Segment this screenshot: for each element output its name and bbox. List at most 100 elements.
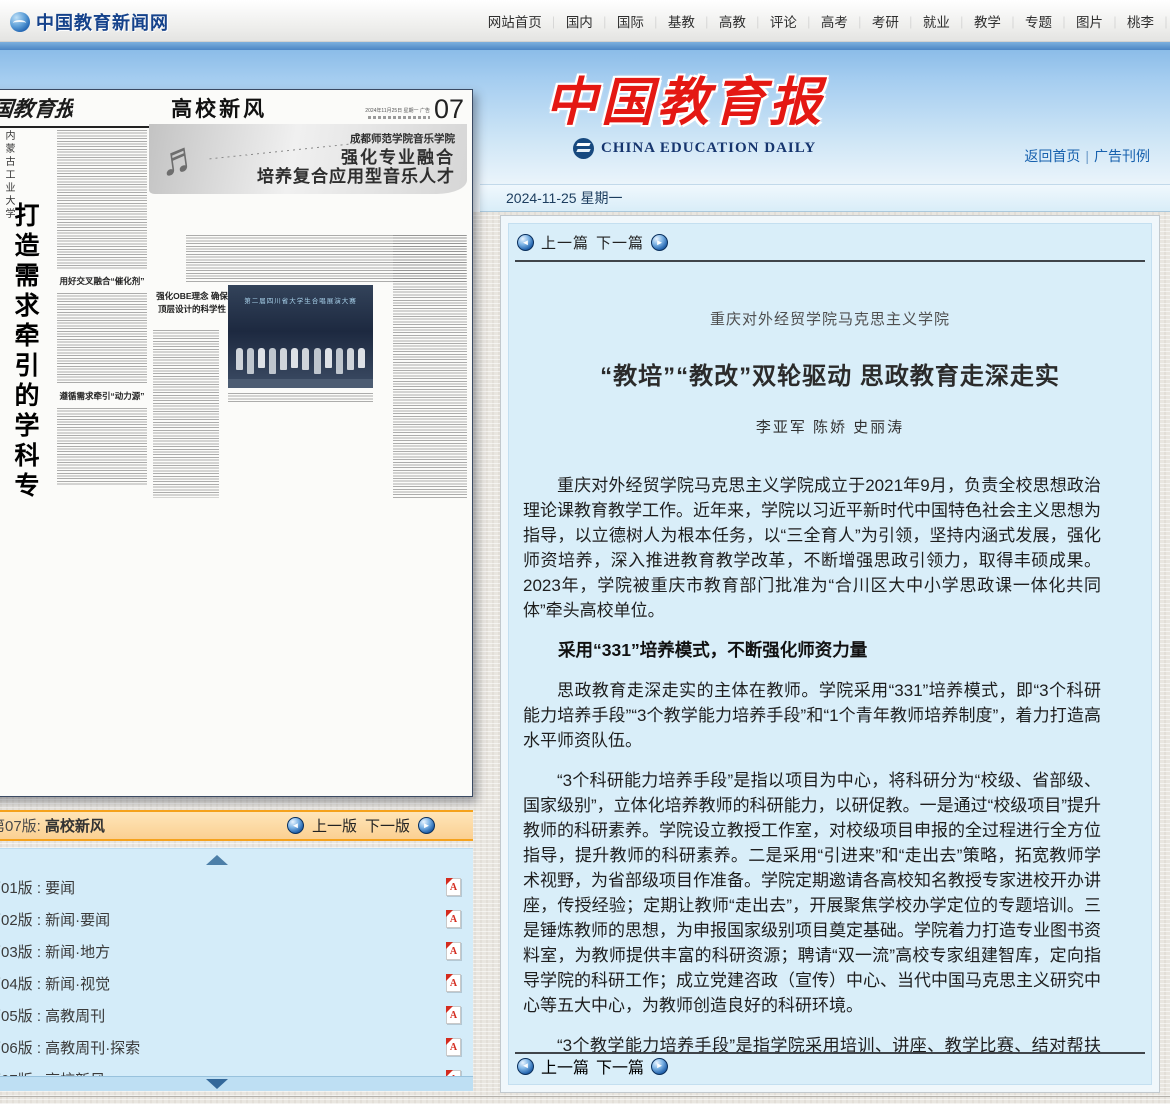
paper-obe-subhead: 强化OBE理念 确保顶层设计的科学性 [153,290,231,316]
paper-meta: 2024年11月25日 星期一 广告 07 [365,96,464,123]
pdf-icon[interactable] [446,942,461,960]
paper-subhead-1: 用好交叉融合“催化剂” [57,276,147,287]
article-panel-inner: ◄ 上一篇 下一篇 ► 重庆对外经贸学院马克思主义学院 “教培”“教改”双轮驱动… [508,223,1152,1085]
prev-article-icon[interactable]: ◄ [517,234,534,251]
next-page-icon[interactable]: ► [418,817,435,834]
nav-item-basic-edu[interactable]: 基教 [668,11,719,31]
nav-item-international[interactable]: 国际 [617,11,668,31]
article-section-heading: 采用“331”培养模式，不断强化师资力量 [523,638,1101,663]
site-logo-text: 中国教育新闻网 [36,9,169,35]
newsprint-text-block [57,293,147,385]
prev-page-icon[interactable]: ◄ [287,817,304,834]
paper-header: 中国教育报 高校新风 2024年11月25日 星期一 广告 07 [0,95,464,123]
edition-list-scroll-down[interactable] [0,1076,473,1091]
article-body: 重庆对外经贸学院马克思主义学院成立于2021年9月，负责全校思想政治理论课教育教… [509,473,1151,1061]
edition-row-03[interactable]: 第03版 : 新闻·地方 [0,935,473,967]
article-organization: 重庆对外经贸学院马克思主义学院 [509,308,1151,329]
nav-item-kaoyan[interactable]: 考研 [872,11,923,31]
next-article-icon[interactable]: ► [651,1058,668,1075]
article-paragraph-3: “3个科研能力培养手段”是指以项目为中心，将科研分为“校级、省部级、国家级别”，… [523,768,1101,1018]
edition-list-panel: 第01版 : 要闻 第02版 : 新闻·要闻 第03版 : 新闻·地方 第04版… [0,848,473,1091]
nav-item-teaching[interactable]: 教学 [974,11,1025,31]
newsprint-text-block [57,130,147,270]
masthead-subtitle-row: CHINA EDUCATION DAILY [573,138,816,159]
scroll-up-icon [206,855,228,865]
nav-item-commentary[interactable]: 评论 [770,11,821,31]
article-top-rule [515,260,1145,262]
paper-section-title: 高校新风 [73,93,365,123]
paper-vertical-headline: 打造需求牵引的学科专 [7,202,43,502]
next-article-icon[interactable]: ► [651,234,668,251]
current-page-number: 第07版: [0,815,41,836]
nav-item-home[interactable]: 网站首页 [488,11,566,31]
photo-caption [228,393,373,402]
nav-item-topics[interactable]: 专题 [1025,11,1076,31]
paper-meta-fineprint [368,116,430,119]
page-navigation: ◄ 上一版 下一版 ► [287,815,435,836]
paper-subhead-2: 遵循需求牵引“动力源” [57,391,147,402]
date-bar: 2024-11-25 星期一 [480,184,1170,212]
next-article-button[interactable]: 下一篇 [596,232,644,253]
prev-article-icon[interactable]: ◄ [517,1058,534,1075]
site-logo-icon [10,12,30,32]
edition-row-02[interactable]: 第02版 : 新闻·要闻 [0,903,473,935]
article-paragraph-2: 思政教育走深走实的主体在教师。学院采用“331”培养模式，即“3个科研能力培养手… [523,678,1101,753]
newsprint-column-left: 用好交叉融合“催化剂” 遵循需求牵引“动力源” [57,130,147,486]
nav-item-gaokao[interactable]: 高考 [821,11,872,31]
nav-item-pictures[interactable]: 图片 [1076,11,1127,31]
next-article-button[interactable]: 下一篇 [596,1054,644,1078]
article-paragraph-1: 重庆对外经贸学院马克思主义学院成立于2021年9月，负责全校思想政治理论课教育教… [523,473,1101,623]
back-home-link[interactable]: 返回首页 [1024,148,1080,164]
newspaper-page-preview[interactable]: 中国教育报 高校新风 2024年11月25日 星期一 广告 07 内蒙古工业大学… [0,89,473,797]
article-authors: 李亚军 陈娇 史丽涛 [509,416,1151,437]
bottom-divider-line [0,1096,1170,1097]
prev-article-button[interactable]: 上一篇 [541,1054,589,1078]
article-title: “教培”“教改”双轮驱动 思政教育走深走实 [509,356,1151,391]
pdf-icon[interactable] [446,878,461,896]
prev-article-button[interactable]: 上一篇 [541,232,589,253]
pdf-icon[interactable] [446,910,461,928]
article-panel: ◄ 上一篇 下一篇 ► 重庆对外经贸学院马克思主义学院 “教培”“教改”双轮驱动… [500,215,1160,1093]
current-page-bar: 第07版: 高校新风 ◄ 上一版 下一版 ► [0,810,473,841]
edition-row-01[interactable]: 第01版 : 要闻 [0,871,473,903]
top-navigation-bar: 中国教育新闻网 网站首页 国内 国际 基教 高教 评论 高考 考研 就业 教学 … [0,0,1170,42]
masthead-logo-icon [573,138,594,159]
paper-page-number: 07 [434,96,464,123]
paper-photo: 第二届四川省大学生合唱展演大赛 [228,285,373,388]
nav-item-taoli[interactable]: 桃李 [1127,11,1170,31]
photo-performers [236,348,365,374]
masthead-english-title: CHINA EDUCATION DAILY [601,140,816,157]
pdf-icon[interactable] [446,1038,461,1056]
edition-row-04[interactable]: 第04版 : 新闻·视觉 [0,967,473,999]
music-article-banner: ♬ 成都师范学院音乐学院 强化专业融合 培养复合应用型音乐人才 [149,124,467,194]
newsprint-text-block [57,408,147,486]
nav-item-domestic[interactable]: 国内 [566,11,617,31]
paper-masthead-calligraphy: 中国教育报 [0,93,75,123]
prev-page-button[interactable]: 上一版 [312,815,357,836]
edition-list-scroll-up[interactable] [0,849,473,871]
blue-divider-bar [0,42,1170,50]
page: 中国教育新闻网 网站首页 国内 国际 基教 高教 评论 高考 考研 就业 教学 … [0,0,1170,1104]
paper-date-line: 2024年11月25日 星期一 广告 [365,107,430,114]
edition-row-05[interactable]: 第05版 : 高教周刊 [0,999,473,1031]
nav-item-employment[interactable]: 就业 [923,11,974,31]
nav-item-higher-edu[interactable]: 高教 [719,11,770,31]
treble-clef-icon: ♬ [156,134,206,184]
link-separator: | [1085,148,1089,164]
masthead-links: 返回首页 | 广告刊例 [1024,146,1150,166]
edition-row-06[interactable]: 第06版 : 高教周刊·探索 [0,1031,473,1063]
newsprint-column-right [393,235,467,499]
article-nav-top: ◄ 上一篇 下一篇 ► [509,224,1151,253]
next-page-button[interactable]: 下一版 [365,815,410,836]
newsprint-column-mid [153,330,219,498]
photo-stage-floor [228,379,373,388]
pdf-icon[interactable] [446,974,461,992]
pdf-icon[interactable] [446,1006,461,1024]
photo-banner-text: 第二届四川省大学生合唱展演大赛 [228,295,373,305]
ad-rates-link[interactable]: 广告刊例 [1094,148,1150,164]
site-logo[interactable]: 中国教育新闻网 [10,9,169,35]
scroll-down-icon [206,1079,228,1089]
music-article-title-2: 培养复合应用型音乐人才 [257,167,455,187]
newspaper-masthead-title: 中国教育报 [545,60,825,135]
article-nav-bottom: ◄ 上一篇 下一篇 ► [517,1054,668,1078]
